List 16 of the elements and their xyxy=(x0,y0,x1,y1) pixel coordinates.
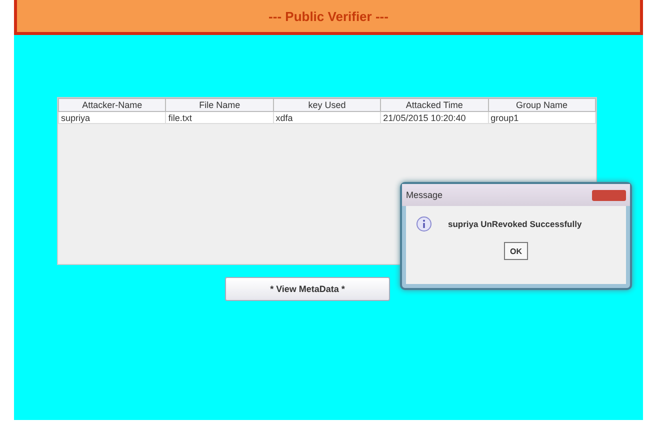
table-cell: 21/05/2015 10:20:40 xyxy=(380,112,488,124)
column-header: File Name xyxy=(166,98,274,112)
column-header: Attacker-Name xyxy=(58,98,166,112)
dialog-message: supriya UnRevoked Successfully xyxy=(448,219,582,229)
column-header: Attacked Time xyxy=(380,98,488,112)
table-cell: file.txt xyxy=(166,112,274,124)
info-icon xyxy=(416,216,432,232)
table-cell: group1 xyxy=(488,112,596,124)
ok-button[interactable]: OK xyxy=(504,242,528,260)
header-title: --- Public Verifier --- xyxy=(268,8,388,24)
column-header: key Used xyxy=(273,98,381,112)
table-cell: supriya xyxy=(58,112,166,124)
column-header: Group Name xyxy=(488,98,596,112)
view-metadata-button[interactable]: * View MetaData * xyxy=(225,277,390,301)
dialog-title: Message xyxy=(406,190,443,200)
table-cell: xdfa xyxy=(273,112,381,124)
